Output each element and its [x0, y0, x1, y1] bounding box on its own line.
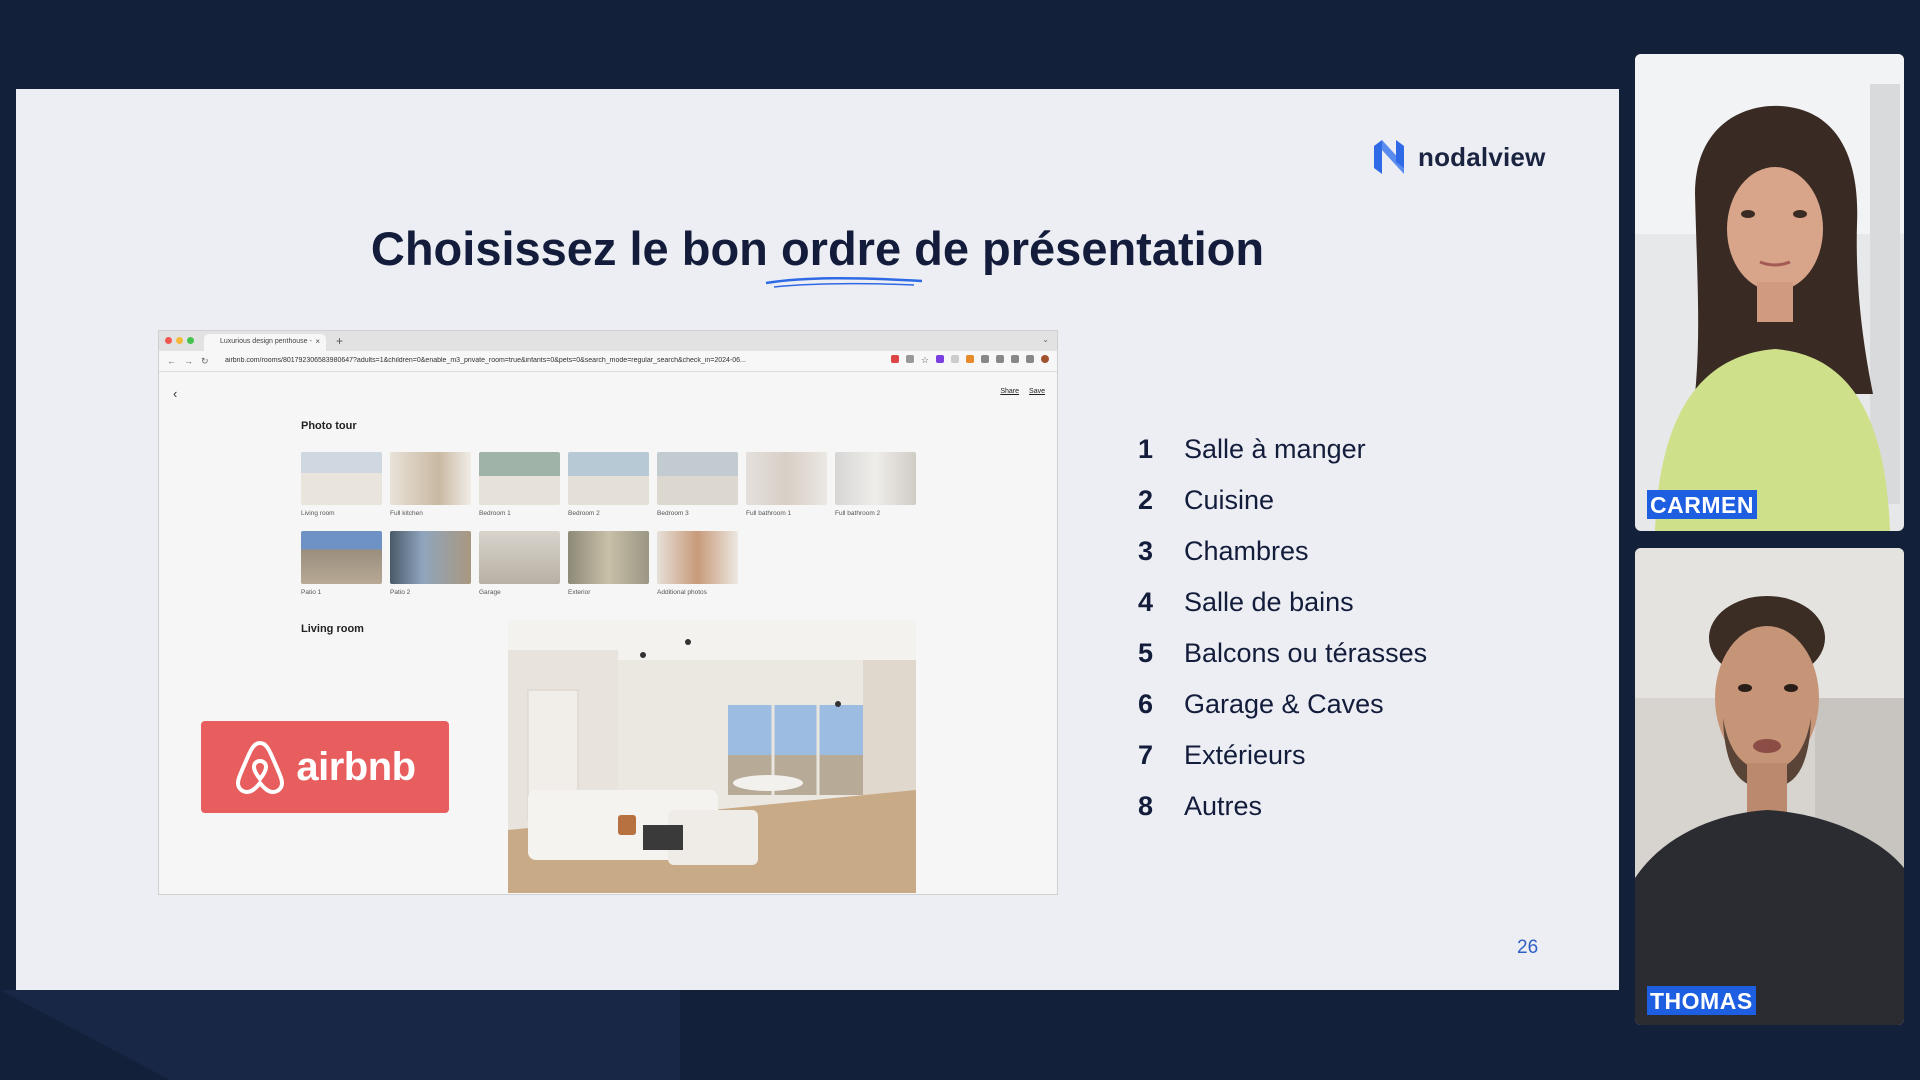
- nodalview-logo: nodalview: [1374, 140, 1546, 174]
- title-underline: [765, 276, 923, 288]
- list-item: 5 Balcons ou térasses: [1138, 628, 1427, 679]
- share-link: Share: [1000, 388, 1020, 395]
- list-number: 3: [1138, 536, 1154, 566]
- list-item: 3 Chambres: [1138, 526, 1427, 577]
- participant-video-thomas[interactable]: THOMAS: [1635, 548, 1904, 1025]
- extension-icons: ☆: [890, 355, 1049, 365]
- presentation-slide: nodalview Choisissez le bon ordre de pré…: [16, 89, 1619, 990]
- photo-tour-title: Photo tour: [301, 420, 357, 432]
- list-label: Extérieurs: [1184, 740, 1306, 770]
- list-label: Balcons ou térasses: [1184, 638, 1428, 668]
- slide-title: Choisissez le bon ordre de présentation: [370, 222, 1265, 275]
- list-number: 2: [1138, 485, 1154, 515]
- thumbnail: Living room: [301, 452, 382, 520]
- back-icon: ←: [167, 356, 176, 366]
- list-item: 7 Extérieurs: [1138, 730, 1427, 781]
- share-save-links: Share Save: [1000, 388, 1045, 395]
- airbnb-logo: airbnb: [201, 721, 449, 813]
- thumbnail: Garage: [479, 531, 560, 599]
- photo-thumbnail-grid: Living room Full kitchen Bedroom 1 Bedro…: [301, 452, 916, 599]
- list-number: 7: [1138, 740, 1154, 770]
- thumbnail: Patio 1: [301, 531, 382, 599]
- list-item: 6 Garage & Caves: [1138, 679, 1427, 730]
- thumbnail: Additional photos: [657, 531, 738, 599]
- browser-tab-bar: Luxurious design penthouse - × + ⌄: [159, 331, 1057, 351]
- thumbnail: Exterior: [568, 531, 649, 599]
- airbnb-browser-screenshot: Luxurious design penthouse - × + ⌄ ← → ↻…: [158, 330, 1058, 895]
- reload-icon: ↻: [201, 356, 209, 366]
- window-controls: [165, 337, 194, 344]
- list-label: Cuisine: [1184, 485, 1275, 515]
- list-number: 1: [1138, 434, 1154, 464]
- list-item: 2 Cuisine: [1138, 475, 1427, 526]
- thumbnail: Bedroom 2: [568, 452, 649, 520]
- logo-text: nodalview: [1418, 141, 1546, 172]
- carmen-video-feed: [1635, 54, 1904, 531]
- thumbnail: Patio 2: [390, 531, 471, 599]
- list-item: 1 Salle à manger: [1138, 424, 1427, 475]
- list-item: 8 Autres: [1138, 781, 1427, 832]
- page-number: 26: [1517, 937, 1539, 958]
- list-label: Chambres: [1184, 536, 1309, 566]
- list-label: Salle à manger: [1184, 434, 1366, 464]
- browser-tab: Luxurious design penthouse - ×: [204, 334, 326, 351]
- list-label: Salle de bains: [1184, 587, 1354, 617]
- participant-name-label: CARMEN: [1647, 490, 1757, 519]
- participant-name-label: THOMAS: [1647, 986, 1756, 1015]
- list-label: Garage & Caves: [1184, 689, 1384, 719]
- list-number: 4: [1138, 587, 1154, 617]
- nav-buttons: ← → ↻: [167, 356, 209, 367]
- tab-list-chevron-icon: ⌄: [1042, 335, 1049, 344]
- tab-title: Luxurious design penthouse -: [220, 338, 312, 345]
- thumbnail: Full kitchen: [390, 452, 471, 520]
- list-label: Autres: [1184, 791, 1263, 821]
- section-label: Living room: [301, 623, 364, 635]
- new-tab-icon: +: [336, 334, 344, 348]
- save-link: Save: [1029, 388, 1045, 395]
- forward-icon: →: [184, 356, 193, 366]
- airbnb-wordmark: airbnb: [296, 744, 416, 789]
- nodalview-logo-icon: [1374, 140, 1404, 174]
- room-order-list: 1 Salle à manger 2 Cuisine 3 Chambres 4 Sall…: [1138, 424, 1427, 832]
- url-text: airbnb.com/rooms/801792306583980647?adul…: [225, 357, 746, 364]
- background-shape: [0, 990, 680, 1080]
- page-back-icon: ‹: [173, 386, 178, 401]
- thumbnail: Bedroom 1: [479, 452, 560, 520]
- list-number: 6: [1138, 689, 1154, 719]
- participant-video-carmen[interactable]: CARMEN: [1635, 54, 1904, 531]
- airbnb-belo-icon: [236, 740, 285, 795]
- list-number: 5: [1138, 638, 1154, 668]
- thumbnail: Bedroom 3: [657, 452, 738, 520]
- living-room-photo: [508, 620, 916, 893]
- thomas-video-feed: [1635, 548, 1904, 1025]
- list-item: 4 Salle de bains: [1138, 577, 1427, 628]
- tab-close-icon: ×: [315, 337, 320, 346]
- browser-address-bar: ← → ↻ airbnb.com/rooms/80179230658398064…: [159, 351, 1057, 372]
- thumbnail: Full bathroom 2: [835, 452, 916, 520]
- list-number: 8: [1138, 791, 1154, 821]
- thumbnail: Full bathroom 1: [746, 452, 827, 520]
